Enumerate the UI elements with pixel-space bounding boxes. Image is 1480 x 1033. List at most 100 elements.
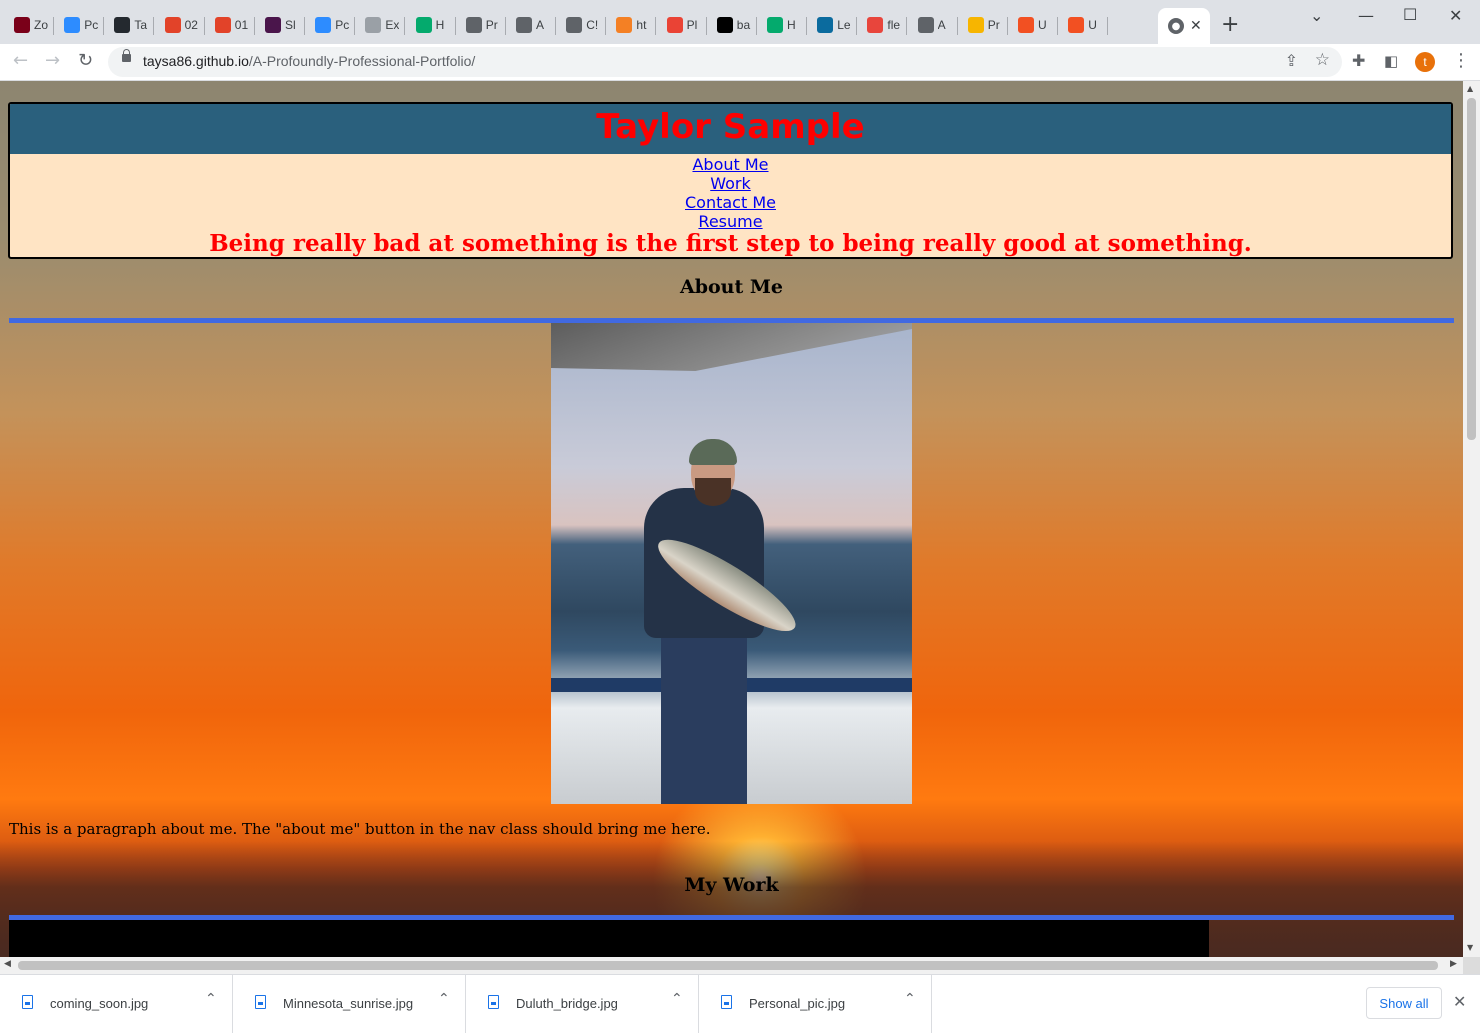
tab-title: fle (887, 18, 901, 32)
tab[interactable]: ba (707, 8, 757, 42)
nav-work[interactable]: Work (10, 174, 1451, 193)
tab[interactable]: H (406, 8, 456, 42)
microsoft-icon (1068, 17, 1085, 33)
tab-title: Pc (84, 18, 99, 32)
about-heading: About Me (679, 276, 784, 298)
tab-active[interactable]: ● ✕ (1158, 8, 1210, 44)
url-path: /A-Profoundly-Professional-Portfolio/ (248, 53, 476, 69)
w3schools-icon (415, 17, 432, 33)
tab[interactable]: Pc (54, 8, 105, 42)
minimize-icon[interactable]: — (1358, 6, 1374, 25)
scroll-left-icon[interactable]: ◀ (4, 959, 11, 969)
nav-contact-me[interactable]: Contact Me (10, 193, 1451, 212)
tab[interactable]: Ex (355, 8, 406, 42)
microsoft-icon (1018, 17, 1034, 33)
download-item[interactable]: Minnesota_sunrise.jpg ⌃ (233, 975, 466, 1033)
asterisk-icon (867, 17, 884, 33)
w3schools-icon (767, 17, 783, 33)
address-bar[interactable]: taysa86.github.io/A-Profoundly-Professio… (108, 47, 1342, 77)
show-all-button[interactable]: Show all (1366, 987, 1442, 1019)
download-filename: coming_soon.jpg (50, 996, 149, 1011)
side-panel-icon[interactable]: ◧ (1384, 50, 1398, 72)
tab-title: ba (736, 18, 751, 32)
work-heading: My Work (684, 874, 779, 896)
avatar[interactable]: t (1415, 52, 1435, 72)
download-item[interactable]: Personal_pic.jpg ⌃ (699, 975, 932, 1033)
tab[interactable]: H (757, 8, 807, 42)
file-icon (488, 995, 499, 1009)
tab[interactable]: A (506, 8, 556, 42)
chevron-up-icon[interactable]: ⌃ (671, 991, 683, 1007)
scroll-down-icon[interactable]: ▼ (1467, 943, 1473, 952)
tab[interactable]: Ta (104, 8, 155, 42)
menu-icon[interactable]: ⋮ (1452, 50, 1470, 72)
tab[interactable]: Le (807, 8, 858, 42)
about-paragraph: This is a paragraph about me. The "about… (9, 820, 711, 838)
tab[interactable]: U (1058, 8, 1109, 42)
nav-about-me[interactable]: About Me (10, 155, 1451, 174)
horizontal-scrollbar[interactable]: ◀ ▶ (0, 957, 1463, 974)
tab[interactable]: Sl (255, 8, 305, 42)
tab-search-icon[interactable]: ⌄ (1310, 6, 1323, 25)
tab[interactable]: Pc (305, 8, 356, 42)
download-item[interactable]: coming_soon.jpg ⌃ (0, 975, 233, 1033)
tab-title: U (1038, 18, 1047, 32)
download-item[interactable]: Duluth_bridge.jpg ⌃ (466, 975, 699, 1033)
tab[interactable]: Pl (657, 8, 707, 42)
chevron-up-icon[interactable]: ⌃ (438, 991, 450, 1007)
scroll-right-icon[interactable]: ▶ (1450, 959, 1457, 969)
tab[interactable]: 01 (205, 8, 255, 42)
zoom-icon (64, 17, 81, 33)
chevron-up-icon[interactable]: ⌃ (205, 991, 217, 1007)
nav: About Me Work Contact Me Resume (10, 154, 1451, 231)
new-tab-button[interactable]: + (1221, 14, 1239, 36)
tab-title: 02 (184, 18, 198, 32)
bookmark-star-icon[interactable]: ☆ (1315, 50, 1330, 70)
nav-resume[interactable]: Resume (10, 212, 1451, 231)
reload-icon[interactable]: ↻ (78, 50, 93, 72)
forward-icon[interactable]: → (45, 50, 60, 72)
tab[interactable]: A (908, 8, 958, 42)
close-tab-icon[interactable]: ✕ (1190, 18, 1202, 34)
tab[interactable]: Zo (4, 8, 54, 42)
vertical-scrollbar[interactable]: ▲ ▼ (1463, 81, 1480, 957)
tab[interactable]: U (1008, 8, 1058, 42)
scroll-up-icon[interactable]: ▲ (1467, 84, 1473, 93)
globe-icon (465, 17, 482, 33)
download-filename: Minnesota_sunrise.jpg (283, 996, 414, 1011)
file-icon (721, 995, 732, 1009)
url-text[interactable]: taysa86.github.io/A-Profoundly-Professio… (143, 53, 475, 69)
chevron-up-icon[interactable]: ⌃ (904, 991, 916, 1007)
tab-separator (1107, 17, 1109, 35)
close-window-icon[interactable]: ✕ (1449, 6, 1462, 25)
tab-title: Ex (385, 18, 400, 32)
extensions-icon[interactable]: ✚ (1352, 50, 1365, 72)
share-icon[interactable]: ⇪ (1285, 51, 1298, 70)
tab[interactable]: Pr (958, 8, 1008, 42)
beanie (689, 439, 737, 465)
tab[interactable]: 02 (155, 8, 205, 42)
bookmark-icon (817, 17, 834, 33)
tab-title: Pl (686, 18, 698, 32)
tab[interactable]: Pr (456, 8, 506, 42)
vertical-scroll-thumb[interactable] (1467, 98, 1476, 440)
horizontal-scroll-thumb[interactable] (18, 961, 1438, 970)
lock-icon (122, 49, 131, 62)
globe-icon: ● (1168, 18, 1184, 34)
tab[interactable]: C! (556, 8, 607, 42)
tab-title: Zo (34, 18, 48, 32)
work-image (9, 920, 1209, 957)
tab-title: Sl (285, 18, 296, 32)
tab-title: U (1088, 18, 1097, 32)
globe-icon (917, 17, 934, 33)
close-downloads-icon[interactable]: ✕ (1453, 992, 1466, 1011)
tab[interactable]: fle (857, 8, 908, 42)
maximize-icon[interactable]: ☐ (1403, 5, 1417, 24)
tab-title: Pr (987, 18, 1000, 32)
tab-title: Le (837, 18, 851, 32)
tab[interactable]: ht (606, 8, 657, 42)
tagline: Being really bad at something is the fir… (209, 230, 1252, 257)
document-icon (365, 17, 382, 33)
tab-strip: Zo Pc Ta 02 01 Sl Pc Ex H Pr A C! ht Pl ba H Le fle A Pr U U … (0, 0, 1480, 44)
back-icon[interactable]: ← (13, 50, 28, 72)
